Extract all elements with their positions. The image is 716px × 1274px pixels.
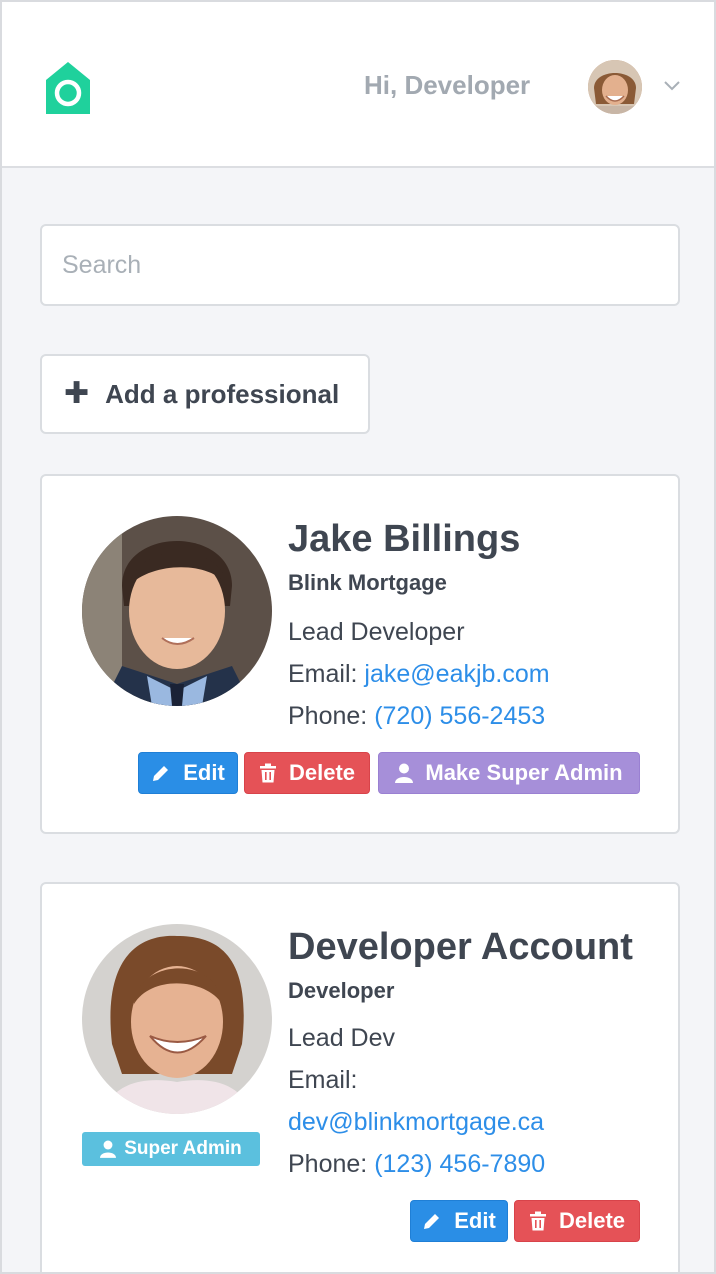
super-admin-badge-label: Super Admin bbox=[124, 1138, 242, 1159]
professional-photo bbox=[82, 924, 272, 1114]
email-label: Email: bbox=[288, 660, 358, 688]
edit-button[interactable]: Edit bbox=[138, 752, 238, 794]
email-link[interactable]: jake@eakjb.com bbox=[364, 660, 549, 688]
professional-company: Blink Mortgage bbox=[288, 570, 447, 595]
professional-title: Lead Developer bbox=[288, 618, 465, 646]
professional-title: Lead Dev bbox=[288, 1024, 396, 1052]
delete-label: Delete bbox=[558, 1208, 626, 1233]
professional-photo bbox=[82, 516, 272, 706]
make-super-admin-button[interactable]: Make Super Admin bbox=[378, 752, 640, 794]
edit-label: Edit bbox=[454, 1208, 496, 1233]
plus-icon: ✚ bbox=[64, 377, 90, 410]
user-greeting: Hi, Developer bbox=[364, 70, 531, 100]
make-super-admin-label: Make Super Admin bbox=[425, 760, 623, 785]
user-icon bbox=[395, 763, 414, 783]
delete-label: Delete bbox=[288, 760, 356, 785]
professional-card: Super Admin Developer Account Developer … bbox=[40, 882, 680, 1272]
phone-label: Phone: bbox=[288, 702, 368, 730]
phone-label: Phone: bbox=[288, 1150, 368, 1178]
edit-button[interactable]: Edit bbox=[410, 1200, 508, 1242]
trash-icon bbox=[259, 763, 276, 783]
app-frame: Hi, Developer ✚ Add a professional bbox=[0, 0, 716, 1274]
professional-phone-row: Phone: (720) 556-2453 bbox=[288, 702, 545, 731]
edit-label: Edit bbox=[183, 760, 225, 785]
professional-email-row: Email: jake@eakjb.com bbox=[288, 660, 550, 689]
super-admin-badge: Super Admin bbox=[82, 1132, 260, 1166]
top-header: Hi, Developer bbox=[2, 2, 714, 168]
add-professional-label: Add a professional bbox=[105, 378, 340, 409]
professional-phone-row: Phone: (123) 456-7890 bbox=[288, 1150, 545, 1179]
phone-link[interactable]: (123) 456-7890 bbox=[374, 1150, 545, 1178]
professional-name: Jake Billings bbox=[288, 518, 521, 560]
pencil-icon bbox=[424, 1214, 440, 1229]
user-avatar[interactable] bbox=[588, 60, 642, 114]
email-label: Email: bbox=[288, 1066, 358, 1094]
home-logo-icon[interactable] bbox=[44, 60, 92, 114]
delete-button[interactable]: Delete bbox=[244, 752, 370, 794]
delete-button[interactable]: Delete bbox=[514, 1200, 640, 1242]
phone-link[interactable]: (720) 556-2453 bbox=[374, 702, 545, 730]
pencil-icon bbox=[153, 766, 169, 781]
professional-card: Jake Billings Blink Mortgage Lead Develo… bbox=[40, 474, 680, 834]
user-icon bbox=[100, 1140, 117, 1158]
search-input[interactable] bbox=[40, 224, 680, 306]
trash-icon bbox=[529, 1211, 546, 1231]
email-link[interactable]: dev@blinkmortgage.ca bbox=[288, 1108, 544, 1137]
chevron-down-icon[interactable] bbox=[662, 78, 682, 92]
professional-name: Developer Account bbox=[288, 926, 633, 968]
add-professional-button[interactable]: ✚ Add a professional bbox=[40, 354, 370, 434]
professional-company: Developer bbox=[288, 978, 395, 1003]
